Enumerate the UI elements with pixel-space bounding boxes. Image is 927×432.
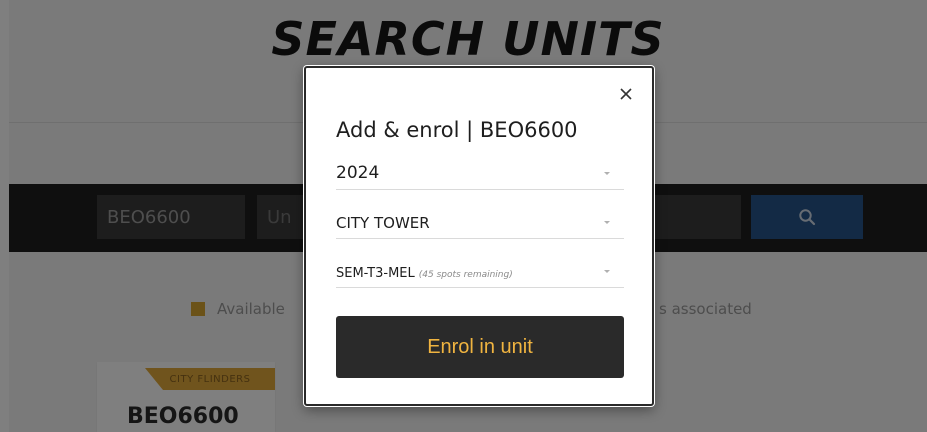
- class-code: SEM-T3-MEL: [336, 266, 415, 281]
- class-select[interactable]: SEM-T3-MEL (45 spots remaining): [336, 254, 624, 288]
- campus-select-value: CITY TOWER: [336, 214, 430, 232]
- year-select[interactable]: 2024: [336, 156, 624, 190]
- campus-select[interactable]: CITY TOWER: [336, 205, 624, 239]
- class-select-value: SEM-T3-MEL (45 spots remaining): [336, 266, 513, 281]
- enrol-button[interactable]: Enrol in unit: [336, 316, 624, 378]
- close-button[interactable]: [616, 84, 636, 104]
- chevron-down-icon: [604, 221, 610, 224]
- modal-title: Add & enrol | BEO6600: [336, 118, 578, 142]
- chevron-down-icon: [604, 172, 610, 175]
- enrol-modal: Add & enrol | BEO6600 2024 CITY TOWER SE…: [304, 66, 654, 406]
- spots-remaining-note: (45 spots remaining): [418, 270, 513, 280]
- year-select-value: 2024: [336, 163, 380, 183]
- close-icon: [620, 88, 632, 100]
- chevron-down-icon: [604, 270, 610, 273]
